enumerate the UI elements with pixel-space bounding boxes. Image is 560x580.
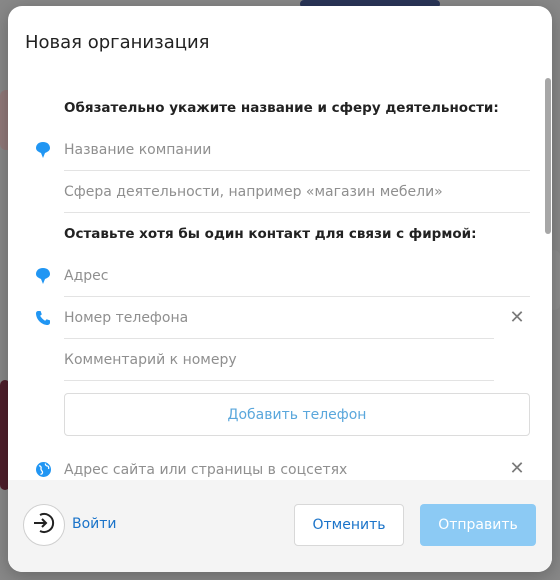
address-input[interactable]: Адрес — [64, 255, 530, 297]
dialog-footer: Войти Отменить Отправить — [8, 480, 552, 572]
company-name-input[interactable]: Название компании — [64, 129, 530, 171]
dialog-title: Новая организация — [25, 32, 210, 53]
required-fields-heading: Обязательно укажите название и сферу дея… — [64, 100, 499, 116]
activity-input[interactable]: Сфера деятельности, например «магазин ме… — [64, 171, 530, 213]
phone-comment-input[interactable]: Комментарий к номеру — [64, 339, 494, 381]
activity-placeholder: Сфера деятельности, например «магазин ме… — [64, 183, 443, 200]
login-link[interactable]: Войти — [72, 516, 117, 532]
phone-icon — [34, 309, 52, 327]
website-placeholder: Адрес сайта или страницы в соцсетях — [64, 462, 348, 478]
submit-button[interactable]: Отправить — [420, 504, 536, 546]
new-organization-dialog: Новая организация Обязательно укажите на… — [8, 6, 552, 572]
login-button[interactable] — [23, 504, 65, 546]
phone-comment-placeholder: Комментарий к номеру — [64, 351, 237, 368]
scrollbar-thumb[interactable] — [545, 78, 551, 234]
company-name-placeholder: Название компании — [64, 141, 212, 158]
globe-icon — [34, 460, 52, 478]
contact-heading: Оставьте хотя бы один контакт для связи … — [64, 226, 477, 242]
close-icon[interactable]: ✕ — [508, 309, 526, 327]
cancel-button[interactable]: Отменить — [294, 504, 404, 546]
map-pin-icon — [34, 267, 52, 285]
map-pin-icon — [34, 141, 52, 159]
phone-placeholder: Номер телефона — [64, 309, 189, 326]
close-icon[interactable]: ✕ — [508, 460, 526, 478]
address-placeholder: Адрес — [64, 267, 109, 284]
phone-input[interactable]: Номер телефона — [64, 297, 494, 339]
add-phone-button[interactable]: Добавить телефон — [64, 393, 530, 436]
login-icon — [31, 510, 57, 540]
